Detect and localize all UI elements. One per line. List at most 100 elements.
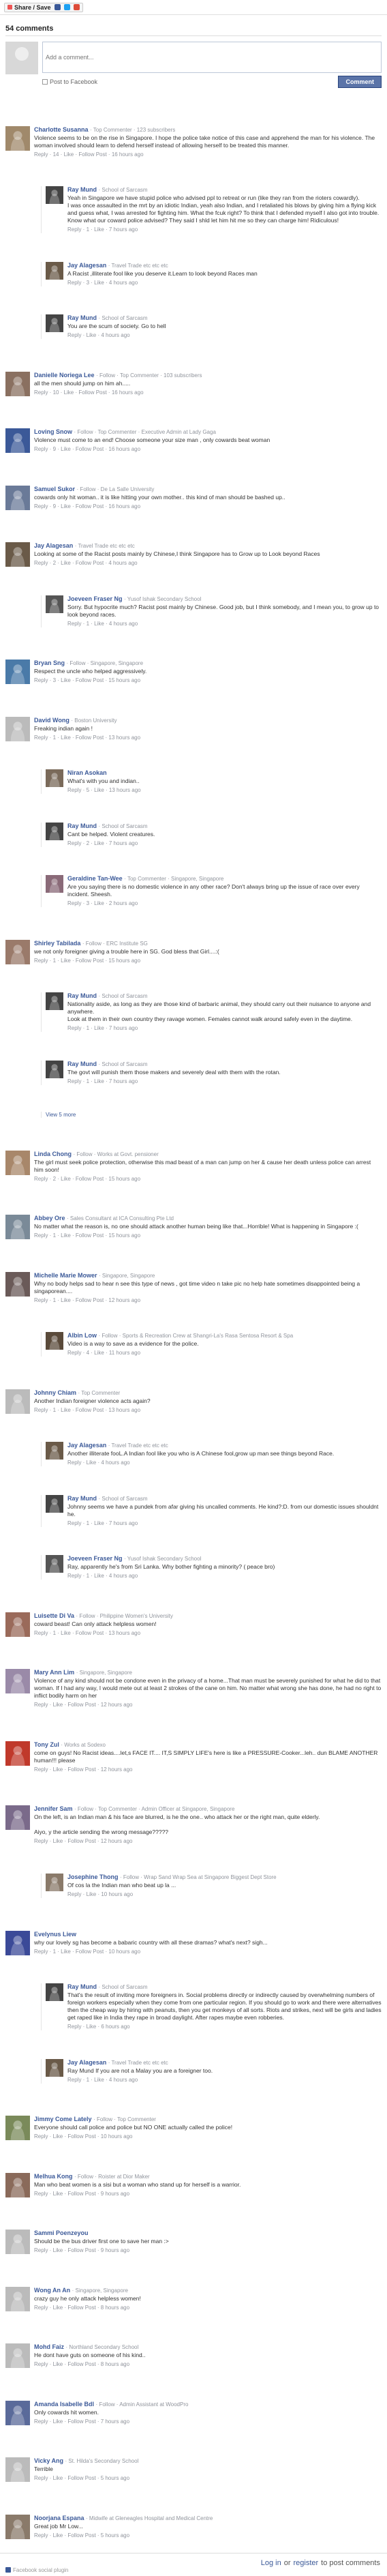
commenter-name[interactable]: Tony Zul <box>34 1741 59 1748</box>
comment-actions[interactable]: Reply · 1 · Like · 7 hours ago <box>67 1078 382 1085</box>
comment-actions[interactable]: Reply · 3 · Like · 2 hours ago <box>67 900 382 907</box>
avatar[interactable] <box>5 125 30 151</box>
avatar[interactable] <box>5 371 30 396</box>
avatar[interactable] <box>5 2400 30 2425</box>
avatar[interactable] <box>46 1060 63 1078</box>
avatar[interactable] <box>5 2457 30 2483</box>
commenter-name[interactable]: Wong An An <box>34 2287 70 2294</box>
commenter-name[interactable]: Mohd Faiz <box>34 2343 64 2350</box>
avatar[interactable] <box>5 1930 30 1955</box>
commenter-name[interactable]: Linda Chong <box>34 1151 72 1157</box>
commenter-name[interactable]: Charlotte Susanna <box>34 126 89 133</box>
avatar[interactable] <box>46 992 63 1011</box>
avatar[interactable] <box>46 769 63 788</box>
comment-actions[interactable]: Reply · 3 · Like · Follow Post · 15 hour… <box>34 677 382 684</box>
commenter-name[interactable]: Amanda Isabelle Bdl <box>34 2401 94 2408</box>
comment-actions[interactable]: Reply · Like · Follow Post · 5 hours ago <box>34 2532 382 2539</box>
commenter-name[interactable]: Mary Ann Lim <box>34 1669 74 1676</box>
comment-actions[interactable]: Reply · 1 · Like · 7 hours ago <box>67 1024 382 1032</box>
commenter-name[interactable]: Danielle Noriega Lee <box>34 372 95 379</box>
comment-actions[interactable]: Reply · 1 · Like · 7 hours ago <box>67 1520 382 1527</box>
comment-actions[interactable]: Reply · Like · Follow Post · 12 hours ag… <box>34 1766 382 1773</box>
commenter-name[interactable]: Joeveen Fraser Ng <box>67 1555 123 1562</box>
checkbox-icon[interactable] <box>42 79 48 85</box>
avatar[interactable] <box>5 542 30 567</box>
commenter-name[interactable]: David Wong <box>34 717 69 724</box>
commenter-name[interactable]: Ray Mund <box>67 1983 97 1990</box>
commenter-name[interactable]: Jay Alagesan <box>67 1442 106 1449</box>
avatar[interactable] <box>5 2172 30 2197</box>
commenter-name[interactable]: Ray Mund <box>67 823 97 829</box>
avatar[interactable] <box>46 1983 63 2002</box>
comment-actions[interactable]: Reply · Like · Follow Post · 9 hours ago <box>34 2247 382 2254</box>
comment-actions[interactable]: Reply · 9 · Like · Follow Post · 16 hour… <box>34 445 382 453</box>
avatar[interactable] <box>46 822 63 840</box>
commenter-name[interactable]: Niran Asokan <box>67 769 107 776</box>
avatar[interactable] <box>46 1442 63 1460</box>
commenter-name[interactable]: Vicky Ang <box>34 2457 63 2464</box>
comment-actions[interactable]: Reply · 1 · Like · Follow Post · 13 hour… <box>34 734 382 741</box>
avatar[interactable] <box>5 485 30 510</box>
avatar[interactable] <box>5 1669 30 1694</box>
comment-actions[interactable]: Reply · Like · Follow Post · 9 hours ago <box>34 2190 382 2197</box>
google-plus-icon[interactable] <box>73 4 80 10</box>
comment-actions[interactable]: Reply · Like · 4 hours ago <box>67 1459 382 1466</box>
comment-actions[interactable]: Reply · 1 · Like · 7 hours ago <box>67 226 382 233</box>
avatar[interactable] <box>46 1873 63 1891</box>
commenter-name[interactable]: Jimmy Come Lately <box>34 2116 92 2122</box>
comment-actions[interactable]: Reply · Like · 10 hours ago <box>67 1891 382 1898</box>
comment-actions[interactable]: Reply · 1 · Like · Follow Post · 13 hour… <box>34 1629 382 1637</box>
comment-actions[interactable]: Reply · 3 · Like · 4 hours ago <box>67 279 382 286</box>
commenter-name[interactable]: Geraldine Tan-Wee <box>67 875 123 882</box>
avatar[interactable] <box>46 261 63 280</box>
view-more-replies-link[interactable]: View 5 more <box>41 1112 382 1119</box>
register-link[interactable]: register <box>293 2559 318 2567</box>
commenter-name[interactable]: Ray Mund <box>67 1061 97 1067</box>
facebook-icon[interactable] <box>54 4 61 10</box>
comment-actions[interactable]: Reply · 1 · Like · Follow Post · 15 hour… <box>34 1232 382 1239</box>
login-link[interactable]: Log in <box>261 2559 281 2567</box>
avatar[interactable] <box>5 939 30 964</box>
avatar[interactable] <box>5 1389 30 1414</box>
comment-input[interactable] <box>42 42 382 73</box>
commenter-name[interactable]: Albin Low <box>67 1332 97 1339</box>
avatar[interactable] <box>5 1612 30 1637</box>
commenter-name[interactable]: Noorjana Espana <box>34 2515 84 2521</box>
avatar[interactable] <box>5 1215 30 1240</box>
comment-actions[interactable]: Reply · 1 · Like · Follow Post · 12 hour… <box>34 1297 382 1304</box>
comment-actions[interactable]: Reply · 1 · Like · 4 hours ago <box>67 1572 382 1580</box>
comment-actions[interactable]: Reply · 2 · Like · Follow Post · 4 hours… <box>34 559 382 567</box>
avatar[interactable] <box>5 2514 30 2539</box>
commenter-name[interactable]: Josephine Thong <box>67 1874 119 1880</box>
comment-actions[interactable]: Reply · Like · 6 hours ago <box>67 2023 382 2030</box>
avatar[interactable] <box>5 2116 30 2141</box>
avatar[interactable] <box>46 1494 63 1513</box>
commenter-name[interactable]: Luisette Di Va <box>34 1612 74 1619</box>
commenter-name[interactable]: Johnny Chiam <box>34 1389 76 1396</box>
avatar[interactable] <box>5 1805 30 1831</box>
avatar[interactable] <box>5 428 30 454</box>
comment-actions[interactable]: Reply · Like · Follow Post · 12 hours ag… <box>34 1701 382 1708</box>
comment-actions[interactable]: Reply · 2 · Like · 7 hours ago <box>67 840 382 847</box>
avatar[interactable] <box>5 1150 30 1175</box>
comment-actions[interactable]: Reply · 9 · Like · Follow Post · 16 hour… <box>34 503 382 510</box>
commenter-name[interactable]: Michelle Marie Mower <box>34 1272 97 1279</box>
avatar[interactable] <box>46 2058 63 2077</box>
comment-actions[interactable]: Reply · Like · 4 hours ago <box>67 331 382 339</box>
comment-actions[interactable]: Reply · 1 · Like · 4 hours ago <box>67 620 382 627</box>
avatar[interactable] <box>5 2230 30 2255</box>
commenter-name[interactable]: Samuel Sukor <box>34 486 75 492</box>
commenter-name[interactable]: Melhua Kong <box>34 2173 73 2180</box>
avatar[interactable] <box>5 2343 30 2369</box>
avatar[interactable] <box>46 875 63 893</box>
post-to-facebook-checkbox[interactable]: Post to Facebook <box>42 78 97 85</box>
avatar[interactable] <box>46 595 63 613</box>
comment-actions[interactable]: Reply · 5 · Like · 13 hours ago <box>67 786 382 794</box>
commenter-name[interactable]: Evelynus Liew <box>34 1931 76 1938</box>
commenter-name[interactable]: Jay Alagesan <box>34 542 73 549</box>
commenter-name[interactable]: Loving Snow <box>34 428 72 435</box>
commenter-name[interactable]: Jay Alagesan <box>67 2059 106 2066</box>
avatar[interactable] <box>5 660 30 685</box>
commenter-name[interactable]: Jay Alagesan <box>67 262 106 269</box>
commenter-name[interactable]: Ray Mund <box>67 314 97 321</box>
